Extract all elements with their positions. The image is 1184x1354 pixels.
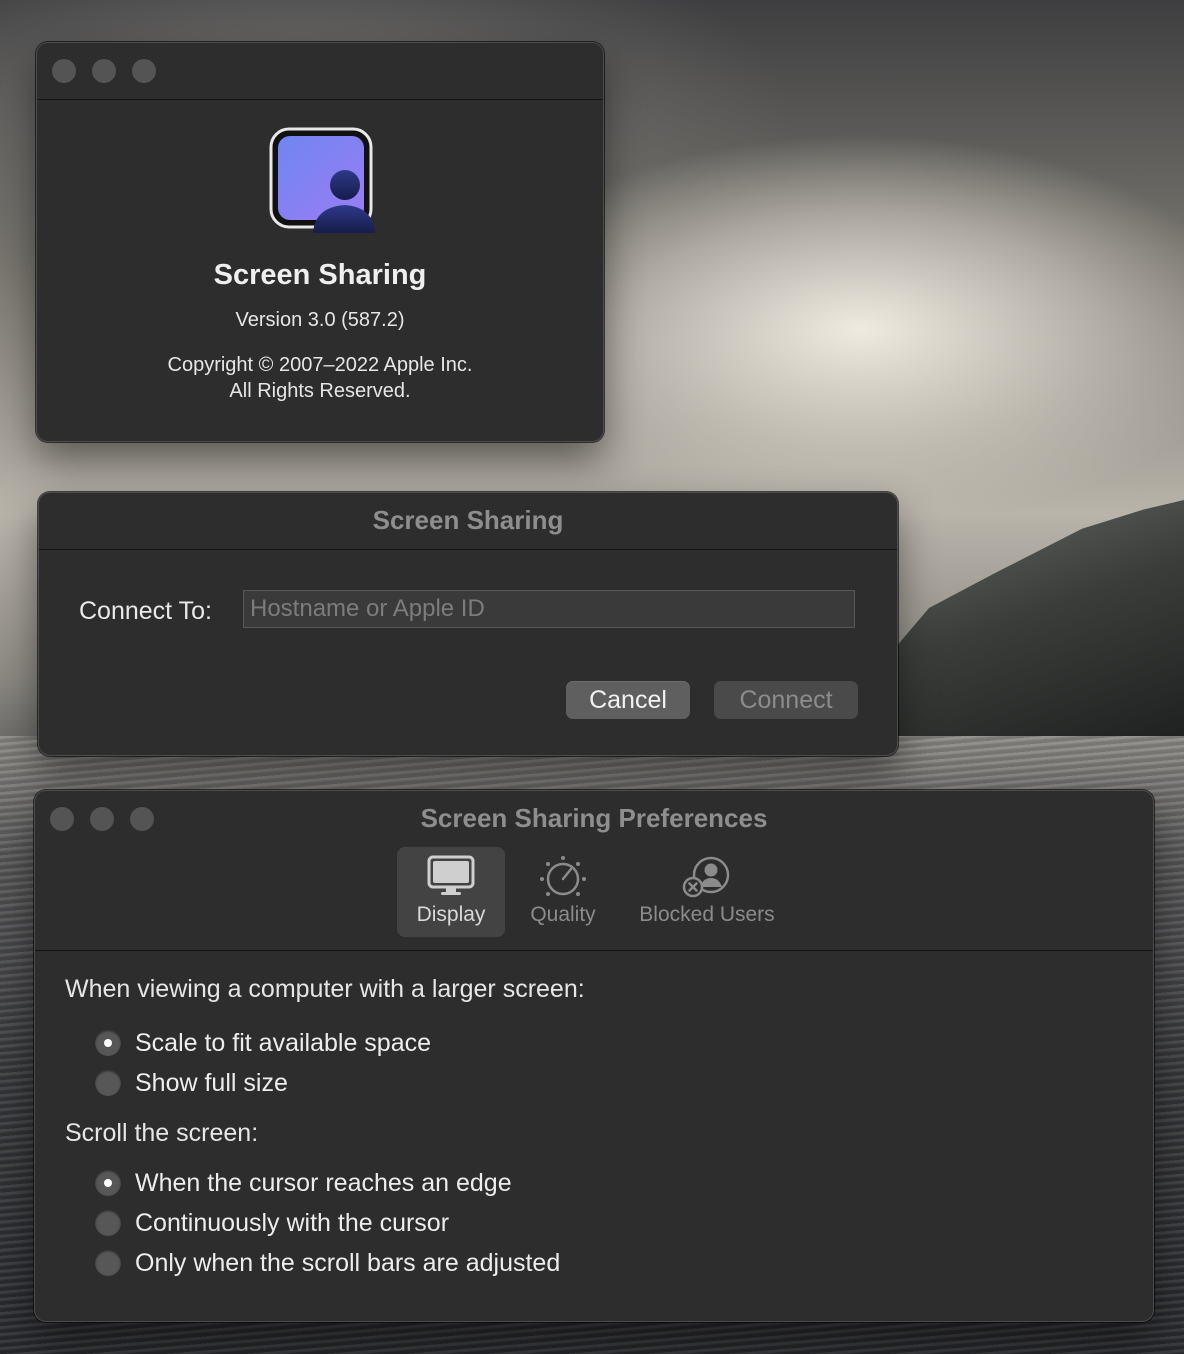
radio-scale-to-fit[interactable]: Scale to fit available space bbox=[95, 1028, 431, 1058]
radio-label: Only when the scroll bars are adjusted bbox=[135, 1248, 561, 1277]
desktop-wallpaper: Screen Sharing Version 3.0 (587.2) Copyr… bbox=[0, 0, 1184, 1354]
radio-scroll-bars-adjusted[interactable]: Only when the scroll bars are adjusted bbox=[95, 1248, 560, 1278]
larger-screen-heading: When viewing a computer with a larger sc… bbox=[65, 975, 585, 1003]
connect-button[interactable]: Connect bbox=[714, 681, 858, 719]
screen-sharing-app-icon bbox=[269, 127, 375, 237]
tab-quality[interactable]: Quality bbox=[513, 847, 613, 937]
radio-show-full-size[interactable]: Show full size bbox=[95, 1068, 288, 1098]
connect-titlebar[interactable]: Screen Sharing bbox=[39, 493, 897, 550]
close-button[interactable] bbox=[52, 59, 76, 83]
about-titlebar[interactable] bbox=[37, 43, 603, 100]
about-copyright: Copyright © 2007–2022 Apple Inc. All Rig… bbox=[37, 352, 603, 404]
copyright-line-2: All Rights Reserved. bbox=[229, 380, 411, 402]
display-icon bbox=[427, 855, 475, 902]
connect-window-title: Screen Sharing bbox=[372, 505, 564, 535]
tab-blocked-users-label: Blocked Users bbox=[639, 903, 775, 926]
radio-label: When the cursor reaches an edge bbox=[135, 1168, 512, 1197]
blocked-users-icon bbox=[681, 855, 733, 904]
about-window: Screen Sharing Version 3.0 (587.2) Copyr… bbox=[36, 42, 604, 442]
preferences-window: Screen Sharing Preferences Display Quali… bbox=[34, 790, 1154, 1322]
copyright-line-1: Copyright © 2007–2022 Apple Inc. bbox=[167, 354, 473, 376]
radio-label: Continuously with the cursor bbox=[135, 1208, 450, 1237]
radio-button[interactable] bbox=[95, 1210, 121, 1236]
radio-button[interactable] bbox=[95, 1070, 121, 1096]
cancel-button[interactable]: Cancel bbox=[566, 681, 690, 719]
connect-window: Screen Sharing Connect To: Cancel Connec… bbox=[38, 492, 898, 756]
hostname-input[interactable] bbox=[243, 590, 855, 628]
scroll-heading: Scroll the screen: bbox=[65, 1119, 259, 1147]
tab-display-label: Display bbox=[416, 903, 486, 926]
radio-button[interactable] bbox=[95, 1250, 121, 1276]
traffic-lights bbox=[52, 59, 156, 83]
radio-label: Show full size bbox=[135, 1068, 288, 1097]
quality-gauge-icon bbox=[538, 855, 588, 904]
radio-button[interactable] bbox=[95, 1170, 121, 1196]
tab-display[interactable]: Display bbox=[397, 847, 505, 937]
tab-blocked-users[interactable]: Blocked Users bbox=[625, 847, 789, 937]
preferences-toolbar: Screen Sharing Preferences Display Quali… bbox=[35, 791, 1153, 951]
tab-quality-label: Quality bbox=[530, 903, 596, 926]
connect-to-label: Connect To: bbox=[79, 597, 212, 625]
preferences-window-title: Screen Sharing Preferences bbox=[420, 803, 768, 833]
minimize-button[interactable] bbox=[92, 59, 116, 83]
zoom-button[interactable] bbox=[132, 59, 156, 83]
radio-continuously[interactable]: Continuously with the cursor bbox=[95, 1208, 449, 1238]
about-app-name: Screen Sharing bbox=[213, 259, 427, 291]
about-version: Version 3.0 (587.2) bbox=[235, 309, 405, 331]
radio-cursor-reaches-edge[interactable]: When the cursor reaches an edge bbox=[95, 1168, 512, 1198]
radio-button[interactable] bbox=[95, 1030, 121, 1056]
radio-label: Scale to fit available space bbox=[135, 1028, 432, 1057]
